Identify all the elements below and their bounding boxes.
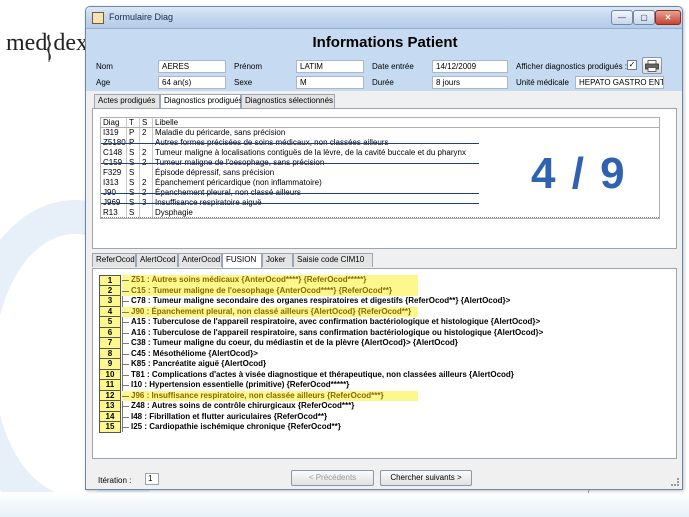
- fusion-panel: 1 2 3 4 5 6 7 8 9 10 11 12 13 14 15 Z51 …: [92, 268, 677, 459]
- date-entree-field[interactable]: 14/12/2009: [432, 60, 508, 73]
- tab-joker[interactable]: Joker: [262, 253, 293, 267]
- list-item[interactable]: I48 : Fibrillation et flutter auriculair…: [122, 412, 662, 423]
- list-item[interactable]: J90 : Épanchement pleural, non classé ai…: [122, 306, 418, 317]
- rank-badge: 14: [99, 411, 121, 422]
- rank-column: 1 2 3 4 5 6 7 8 9 10 11 12 13 14 15: [99, 275, 121, 433]
- page-title: Informations Patient: [312, 34, 458, 51]
- tab-diagnostics-selectionnes[interactable]: Diagnostics sélectionnés: [241, 94, 335, 108]
- sexe-field[interactable]: M: [296, 76, 364, 89]
- rank-badge: 2: [99, 285, 121, 296]
- resize-grip-icon[interactable]: [671, 478, 679, 486]
- table-row[interactable]: J969S3Insuffisance respiratoire aiguë: [101, 198, 659, 208]
- duree-field[interactable]: 8 jours: [432, 76, 508, 89]
- list-item[interactable]: Z48 : Autres soins de contrôle chirurgic…: [122, 401, 662, 412]
- list-item[interactable]: I25 : Cardiopathie ischémique chronique …: [122, 422, 662, 433]
- maximize-button[interactable]: ▢: [633, 10, 655, 25]
- list-item[interactable]: C15 : Tumeur maligne de l'oesophage {Ant…: [122, 285, 418, 296]
- tab-diagnostics-prodigues[interactable]: Diagnostics prodigués: [160, 94, 243, 109]
- close-button[interactable]: ✕: [655, 10, 681, 25]
- fusion-list: Z51 : Autres soins médicaux {AnterOcod**…: [122, 275, 662, 433]
- print-button[interactable]: [642, 57, 662, 74]
- list-item[interactable]: A16 : Tuberculose de l'appareil respirat…: [122, 328, 662, 339]
- tab-referocod[interactable]: ReferOcod: [92, 253, 136, 267]
- list-item[interactable]: A15 : Tuberculose de l'appareil respirat…: [122, 317, 662, 328]
- rank-badge: 5: [99, 317, 121, 328]
- list-item[interactable]: C38 : Tumeur maligne du coeur, du médias…: [122, 338, 662, 349]
- prenom-label: Prénom: [234, 62, 263, 71]
- printer-icon: [645, 60, 659, 72]
- sexe-label: Sexe: [234, 78, 253, 87]
- tab-anterocod[interactable]: AnterOcod: [178, 253, 222, 267]
- form-icon: [92, 12, 104, 24]
- prenom-field[interactable]: LATIM: [296, 60, 364, 73]
- slide: med dex 7 Formulaire Diag — ▢ ✕ Informat…: [0, 0, 689, 517]
- tab-alertocod[interactable]: AlertOcod: [136, 253, 178, 267]
- unite-medicale-field[interactable]: HEPATO GASTRO ENT: [575, 76, 664, 89]
- table-row[interactable]: R13 S Dysphagie: [101, 208, 659, 218]
- rank-badge: 13: [99, 401, 121, 412]
- list-item[interactable]: I10 : Hypertension essentielle (primitiv…: [122, 380, 662, 391]
- afficher-diagnostics-label: Afficher diagnostics prodigués :: [516, 62, 628, 71]
- duree-label: Durée: [372, 78, 394, 87]
- unite-medicale-label: Unité médicale: [516, 78, 569, 87]
- rank-badge: 10: [99, 369, 121, 380]
- list-item[interactable]: K85 : Pancréatite aiguë {AlertOcod}: [122, 359, 662, 370]
- tab-saisie-code-cim10[interactable]: Saisie code CIM10: [293, 253, 373, 267]
- diagnostics-panel: Diag T S Libelle I319 P 2 Maladie du périca…: [92, 108, 677, 249]
- rank-badge: 11: [99, 380, 121, 391]
- age-field[interactable]: 64 an(s): [158, 76, 226, 89]
- nom-label: Nom: [96, 62, 113, 71]
- table-row[interactable]: Z5180PAutres formes précisées de soins m…: [101, 138, 659, 148]
- age-label: Age: [96, 78, 111, 87]
- rank-badge: 4: [99, 306, 121, 317]
- logo-caduceus-icon: [47, 34, 51, 62]
- rank-badge: 1: [99, 275, 121, 286]
- iteration-field[interactable]: 1: [145, 473, 159, 485]
- iteration-label: Itération :: [98, 476, 132, 485]
- title-bar: Formulaire Diag — ▢ ✕: [86, 7, 682, 29]
- rank-badge: 15: [99, 422, 121, 433]
- list-item[interactable]: Z51 : Autres soins médicaux {AnterOcod**…: [122, 275, 418, 286]
- list-item[interactable]: C45 : Mésothéliome {AlertOcod}>: [122, 349, 662, 360]
- table-header: Diag T S Libelle: [101, 118, 659, 128]
- list-item[interactable]: T81 : Complications d'actes à visée diag…: [122, 370, 662, 381]
- rank-badge: 6: [99, 327, 121, 338]
- tab-fusion[interactable]: FUSION: [222, 253, 262, 268]
- selected-ratio: 4 / 9: [531, 149, 627, 198]
- afficher-diagnostics-checkbox[interactable]: ✓: [627, 60, 637, 70]
- minimize-button[interactable]: —: [611, 10, 633, 25]
- list-item[interactable]: C78 : Tumeur maligne secondaire des orga…: [122, 296, 662, 307]
- previous-button[interactable]: < Précédents: [291, 470, 374, 486]
- nom-field[interactable]: AERES: [158, 60, 226, 73]
- rank-badge: 3: [99, 296, 121, 307]
- list-item[interactable]: J96 : Insuffisance respiratoire, non cla…: [122, 390, 418, 401]
- rank-badge: 7: [99, 338, 121, 349]
- table-row[interactable]: I319 P 2 Maladie du péricarde, sans précisi…: [101, 128, 659, 138]
- rank-badge: 12: [99, 390, 121, 401]
- meddex-logo: med dex: [6, 30, 88, 64]
- rank-badge: 9: [99, 359, 121, 370]
- tab-actes-prodigues[interactable]: Actes prodigués: [94, 94, 160, 108]
- date-entree-label: Date entrée: [372, 62, 414, 71]
- rank-badge: 8: [99, 348, 121, 359]
- formulaire-diag-window: Formulaire Diag — ▢ ✕ Informations Patie…: [85, 6, 683, 490]
- window-title: Formulaire Diag: [109, 12, 174, 22]
- search-next-button[interactable]: Chercher suivants >: [380, 470, 472, 486]
